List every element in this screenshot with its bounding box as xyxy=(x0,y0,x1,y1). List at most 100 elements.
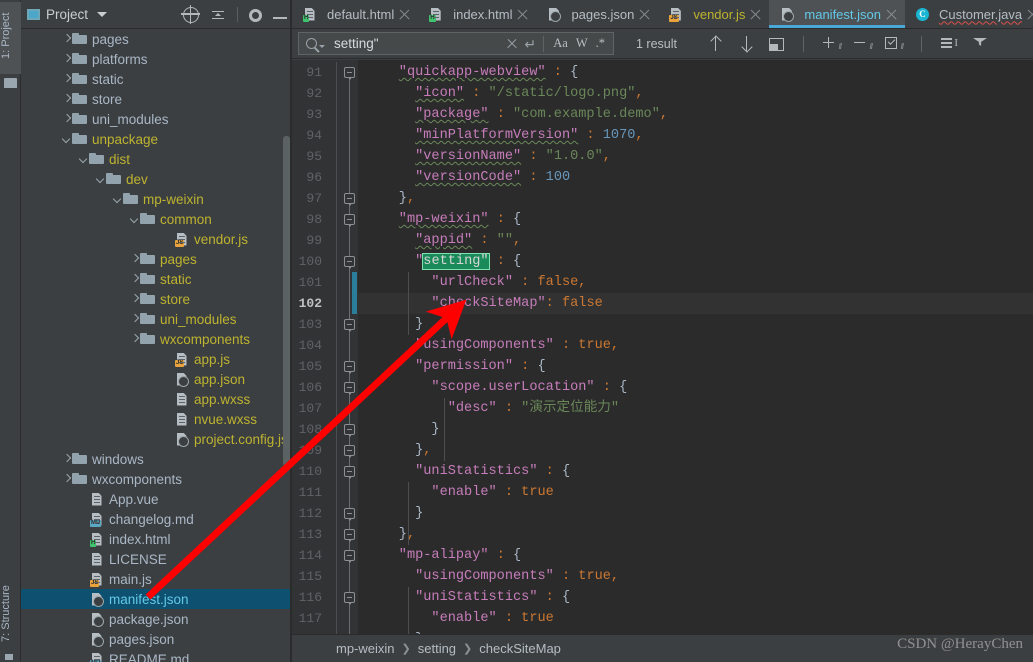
regex-toggle[interactable]: .* xyxy=(592,36,609,51)
code-line[interactable]: "desc" : "演示定位能力" xyxy=(358,398,1033,419)
fold-toggle-icon[interactable] xyxy=(344,508,355,521)
add-line-icon[interactable]: II xyxy=(823,35,842,52)
fold-toggle-icon[interactable] xyxy=(344,592,355,605)
chevron-right-icon[interactable] xyxy=(61,474,72,485)
tree-item-pages[interactable]: pages xyxy=(21,29,291,49)
preserve-case-icon[interactable]: I xyxy=(941,35,958,52)
locate-icon[interactable] xyxy=(181,4,200,24)
tree-item-app-wxss[interactable]: app.wxss xyxy=(21,389,291,409)
close-icon[interactable] xyxy=(750,9,761,20)
code-line[interactable]: "appid" : "", xyxy=(358,230,1033,251)
filter-icon[interactable] xyxy=(972,35,989,52)
select-all-occurrences-icon[interactable] xyxy=(769,38,784,51)
code-line[interactable]: "versionName" : "1.0.0", xyxy=(358,146,1033,167)
code-line[interactable]: "uniStatistics" : { xyxy=(358,587,1033,608)
code-line[interactable]: "icon" : "/static/logo.png", xyxy=(358,83,1033,104)
code-line[interactable]: "usingComponents" : true, xyxy=(358,335,1033,356)
tree-item-app-vue[interactable]: App.vue xyxy=(21,489,291,509)
fold-toggle-icon[interactable] xyxy=(344,193,355,206)
tree-item-changelog-md[interactable]: MD changelog.md xyxy=(21,509,291,529)
project-title-dropdown[interactable]: Project xyxy=(27,7,108,22)
tree-item-project-config-json[interactable]: project.config.json xyxy=(21,429,291,449)
tree-item-static[interactable]: static xyxy=(21,269,291,289)
chevron-right-icon[interactable] xyxy=(61,94,72,105)
tree-item-readme-md[interactable]: MD README.md xyxy=(21,649,291,662)
tool-window-tab-project[interactable]: 1: Project xyxy=(0,2,21,74)
tree-item-platforms[interactable]: platforms xyxy=(21,49,291,69)
tool-window-tab-structure[interactable]: 7: Structure xyxy=(0,574,21,654)
close-icon[interactable] xyxy=(639,9,650,20)
tree-item-windows[interactable]: windows xyxy=(21,449,291,469)
new-line-icon[interactable]: ↵ xyxy=(522,36,538,52)
chevron-down-icon[interactable] xyxy=(112,194,123,205)
chevron-down-icon[interactable] xyxy=(95,174,106,185)
chevron-down-icon[interactable] xyxy=(78,154,89,165)
breadcrumb-item[interactable]: mp-weixin xyxy=(336,641,395,656)
close-icon[interactable] xyxy=(399,9,410,20)
tree-item-dev[interactable]: dev xyxy=(21,169,291,189)
code-editor[interactable]: 91 92 93 94 95 96 97 98 99 100 101 102 103 104 105 106 1… xyxy=(292,60,1033,634)
close-icon[interactable] xyxy=(517,9,528,20)
tree-item-store[interactable]: store xyxy=(21,289,291,309)
tree-item-store[interactable]: store xyxy=(21,89,291,109)
fold-toggle-icon[interactable] xyxy=(344,424,355,437)
code-line[interactable]: "permission" : { xyxy=(358,356,1033,377)
fold-toggle-icon[interactable] xyxy=(344,382,355,395)
code-line[interactable]: "scope.userLocation" : { xyxy=(358,377,1033,398)
code-line[interactable]: "package" : "com.example.demo", xyxy=(358,104,1033,125)
editor-tab-pages-json[interactable]: pages.json xyxy=(536,0,658,28)
tree-item-index-html[interactable]: Hindex.html xyxy=(21,529,291,549)
tree-item-manifest-json[interactable]: manifest.json xyxy=(21,589,291,609)
close-icon[interactable] xyxy=(1027,9,1033,20)
code-line[interactable]: "quickapp-webview" : { xyxy=(358,62,1033,83)
chevron-down-icon[interactable] xyxy=(61,134,72,145)
tree-item-mp-weixin[interactable]: mp-weixin xyxy=(21,189,291,209)
tree-item-pages[interactable]: pages xyxy=(21,249,291,269)
chevron-right-icon[interactable] xyxy=(61,74,72,85)
fold-toggle-icon[interactable] xyxy=(344,214,355,227)
code-line[interactable]: } xyxy=(358,314,1033,335)
tree-item-dist[interactable]: dist xyxy=(21,149,291,169)
tree-item-wxcomponents[interactable]: wxcomponents xyxy=(21,469,291,489)
remove-line-icon[interactable]: II xyxy=(854,35,873,52)
editor-tab-vendor-js[interactable]: JS vendor.js xyxy=(658,0,769,28)
tree-item-pages-json[interactable]: pages.json xyxy=(21,629,291,649)
fold-toggle-icon[interactable] xyxy=(344,529,355,542)
fold-toggle-icon[interactable] xyxy=(344,67,355,80)
code-line[interactable]: } xyxy=(358,503,1033,524)
tree-item-package-json[interactable]: package.json xyxy=(21,609,291,629)
match-case-toggle[interactable]: Aa xyxy=(549,36,572,51)
code-line[interactable]: }, xyxy=(358,188,1033,209)
chevron-right-icon[interactable] xyxy=(129,334,140,345)
whole-words-toggle[interactable]: W xyxy=(572,36,592,51)
tree-item-main-js[interactable]: JS main.js xyxy=(21,569,291,589)
code-line[interactable]: "usingComponents" : true, xyxy=(358,566,1033,587)
search-history-chevron-icon[interactable] xyxy=(319,44,325,48)
code-line[interactable]: "urlCheck" : false, xyxy=(358,272,1033,293)
code-line[interactable]: "uniStatistics" : { xyxy=(358,461,1033,482)
project-file-tree[interactable]: pages platforms static store uni_modules unpa… xyxy=(21,29,291,662)
chevron-right-icon[interactable] xyxy=(129,294,140,305)
code-line[interactable]: "mp-alipay" : { xyxy=(358,545,1033,566)
editor-tab-manifest-json[interactable]: manifest.json xyxy=(769,0,905,28)
fold-toggle-icon[interactable] xyxy=(344,445,355,458)
code-line[interactable]: "enable" : true xyxy=(358,482,1033,503)
code-line[interactable]: "mp-weixin" : { xyxy=(358,209,1033,230)
tree-item-wxcomponents[interactable]: wxcomponents xyxy=(21,329,291,349)
editor-tab-index-html[interactable]: Hindex.html xyxy=(418,0,536,28)
collapse-all-icon[interactable] xyxy=(210,7,226,23)
breadcrumb-item[interactable]: checkSiteMap xyxy=(479,641,561,656)
code-line[interactable]: }, xyxy=(358,524,1033,545)
clear-search-icon[interactable] xyxy=(504,36,520,52)
search-input-wrapper[interactable]: setting" ↵ Aa W .* xyxy=(298,32,614,55)
chevron-right-icon[interactable] xyxy=(129,274,140,285)
code-line[interactable]: "checkSiteMap": false xyxy=(358,293,1033,314)
find-next-icon[interactable] xyxy=(738,35,755,52)
fold-toggle-icon[interactable] xyxy=(344,256,355,269)
tree-item-common[interactable]: common xyxy=(21,209,291,229)
project-tree-scrollbar[interactable] xyxy=(283,136,290,466)
chevron-right-icon[interactable] xyxy=(61,34,72,45)
gear-icon[interactable] xyxy=(249,9,262,22)
fold-toggle-icon[interactable] xyxy=(344,550,355,563)
chevron-right-icon[interactable] xyxy=(61,114,72,125)
